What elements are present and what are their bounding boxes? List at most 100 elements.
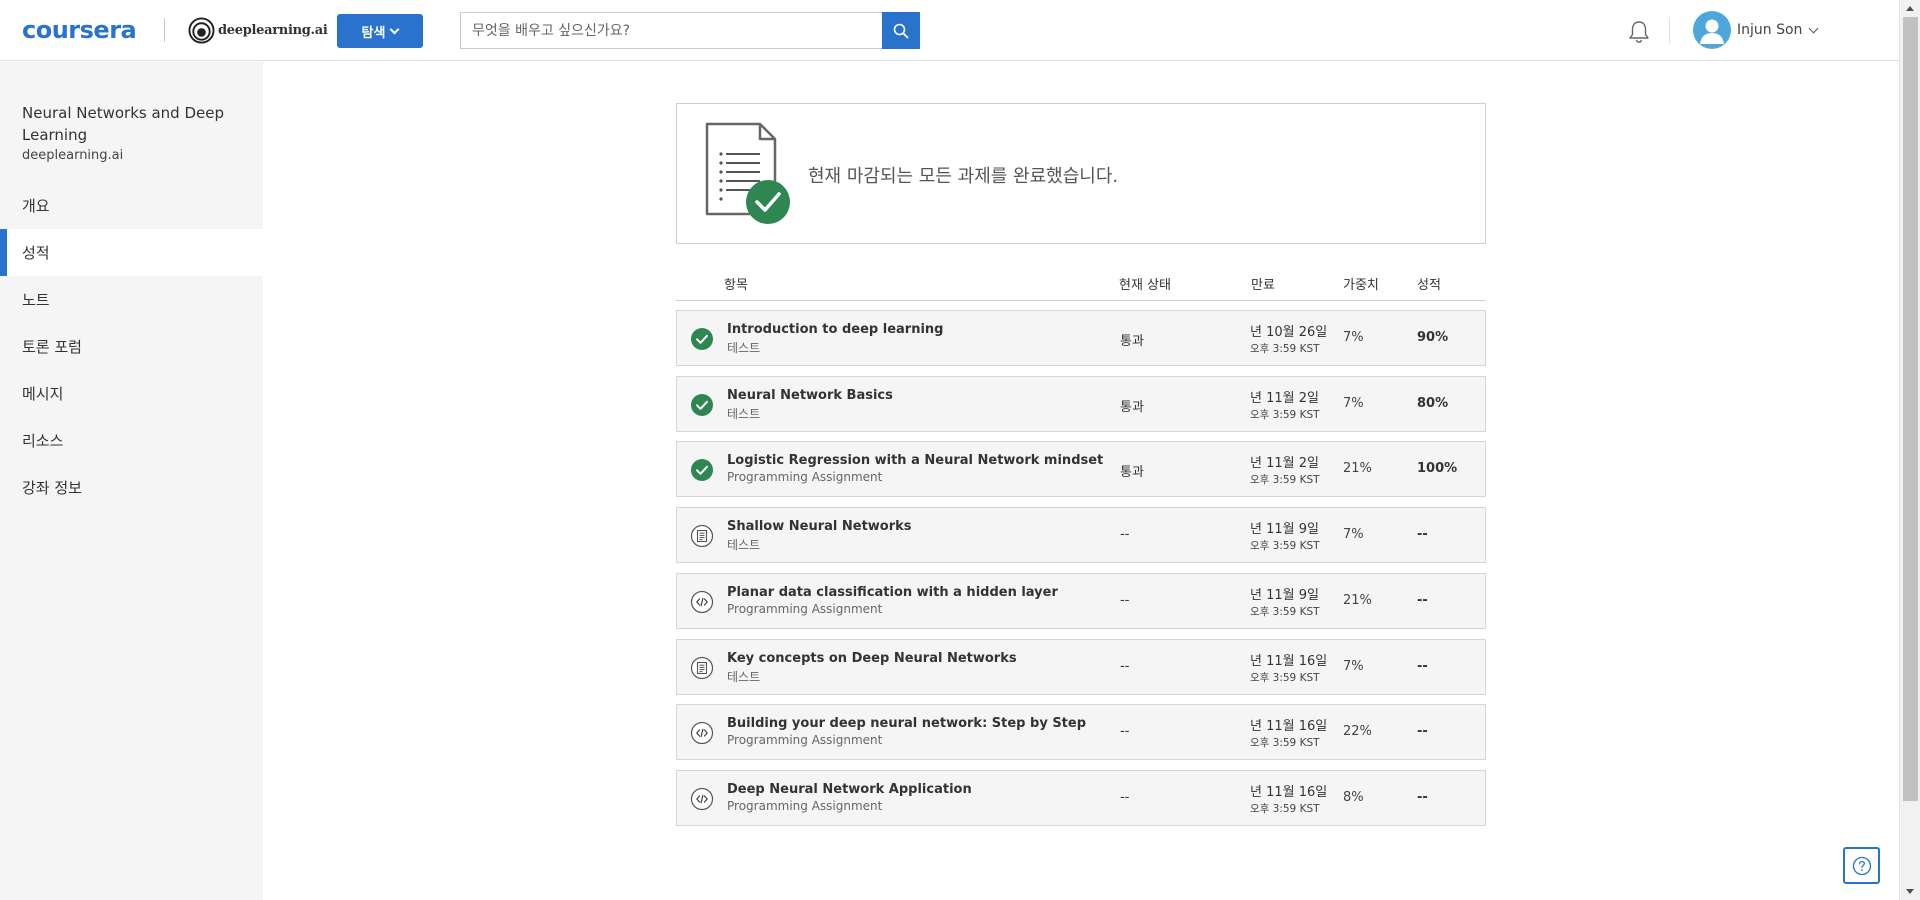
item-weight: 7% [1343,330,1364,345]
check-circle-icon [690,458,714,482]
item-due-date: 년 11월 9일 [1250,588,1319,603]
avatar [1693,11,1731,49]
item-weight: 7% [1343,527,1364,542]
item-grade: 90% [1417,330,1449,345]
item-due-time: 오후 3:59 KST [1250,803,1320,815]
col-header-grade: 성적 [1417,278,1441,293]
scroll-down-arrow-icon[interactable] [1906,889,1914,894]
item-due-time: 오후 3:59 KST [1250,672,1320,684]
item-name[interactable]: Introduction to deep learning [727,322,943,337]
page-scrollbar[interactable] [1899,0,1920,900]
user-menu[interactable]: Injun Son [1693,11,1819,49]
item-due-date: 년 10월 26일 [1250,325,1328,340]
search-button[interactable] [882,12,920,49]
course-sidebar: Neural Networks and Deep Learning deeple… [0,62,263,900]
table-row[interactable]: Building your deep neural network: Step … [676,704,1486,760]
item-name[interactable]: Neural Network Basics [727,388,893,403]
item-grade: -- [1417,790,1428,805]
item-weight: 7% [1343,659,1364,674]
notification-bell-icon[interactable] [1626,19,1652,45]
sidebar-nav: 개요 성적 노트 토론 포럼 메시지 리소스 강좌 정보 [0,182,263,511]
deeplearning-ai-wordmark: deeplearning.ai [218,23,328,38]
item-status: 통과 [1120,465,1144,480]
item-weight: 22% [1343,724,1372,739]
coursera-logo[interactable]: coursera [22,16,137,44]
item-due-time: 오후 3:59 KST [1250,737,1320,749]
course-title[interactable]: Neural Networks and Deep Learning [22,102,252,146]
course-provider: deeplearning.ai [22,148,124,163]
code-icon [690,787,714,811]
item-due-time: 오후 3:59 KST [1250,606,1320,618]
scroll-up-arrow-icon[interactable] [1906,6,1914,11]
item-name[interactable]: Key concepts on Deep Neural Networks [727,651,1017,666]
table-row[interactable]: Logistic Regression with a Neural Networ… [676,441,1486,497]
item-type: Programming Assignment [727,799,883,813]
quiz-list-icon [690,656,714,680]
table-row[interactable]: Key concepts on Deep Neural Networks 테스트 -… [676,639,1486,695]
item-grade: 80% [1417,396,1449,411]
item-due-time: 오후 3:59 KST [1250,409,1320,421]
item-status: -- [1120,527,1130,542]
item-status: -- [1120,790,1130,805]
table-row[interactable]: Neural Network Basics 테스트 통과 년 11월 2일 오후 3:5… [676,376,1486,432]
item-due-date: 년 11월 16일 [1250,719,1328,734]
explore-button[interactable]: 탐색 [337,14,423,48]
item-due-time: 오후 3:59 KST [1250,343,1320,355]
item-due-date: 년 11월 2일 [1250,456,1319,471]
top-header: coursera deeplearning.ai 탐색 무엇을 배우고 싶으신가… [0,0,1899,61]
item-type: Programming Assignment [727,602,883,616]
search-input[interactable] [460,12,882,49]
item-name[interactable]: Logistic Regression with a Neural Networ… [727,453,1103,468]
sidebar-item-forums[interactable]: 토론 포럼 [0,323,263,370]
quiz-list-icon [690,524,714,548]
item-weight: 21% [1343,461,1372,476]
item-type: 테스트 [727,670,761,684]
item-due-date: 년 11월 16일 [1250,785,1328,800]
item-grade: -- [1417,724,1428,739]
item-name[interactable]: Shallow Neural Networks [727,519,912,534]
deeplearning-ai-logo[interactable]: deeplearning.ai [188,17,328,44]
item-due-time: 오후 3:59 KST [1250,540,1320,552]
sidebar-item-course-info[interactable]: 강좌 정보 [0,464,263,511]
table-row[interactable]: Shallow Neural Networks 테스트 -- 년 11월 9일 오후 3… [676,507,1486,563]
sidebar-item-grades[interactable]: 성적 [0,229,263,276]
sidebar-item-messages[interactable]: 메시지 [0,370,263,417]
search-bar [460,12,920,49]
item-type: Programming Assignment [727,733,883,747]
code-icon [690,721,714,745]
item-weight: 7% [1343,396,1364,411]
item-name[interactable]: Planar data classification with a hidden… [727,585,1058,600]
item-type: Programming Assignment [727,470,883,484]
table-row[interactable]: Planar data classification with a hidden… [676,573,1486,629]
explore-label: 탐색 [361,25,386,41]
chevron-down-icon [1808,23,1819,33]
item-type: 테스트 [727,341,761,355]
code-icon [690,590,714,614]
item-weight: 21% [1343,593,1372,608]
check-circle-icon [690,327,714,351]
col-header-item: 항목 [724,278,748,293]
help-button[interactable] [1843,847,1880,884]
table-row[interactable]: Introduction to deep learning 테스트 통과 년 10월 … [676,310,1486,366]
item-due-date: 년 11월 16일 [1250,654,1328,669]
item-status: -- [1120,593,1130,608]
completion-message: 현재 마감되는 모든 과제를 완료했습니다. [808,166,1119,187]
item-grade: -- [1417,527,1428,542]
sidebar-item-resources[interactable]: 리소스 [0,417,263,464]
scroll-thumb[interactable] [1903,17,1918,801]
item-name[interactable]: Deep Neural Network Application [727,782,972,797]
item-name[interactable]: Building your deep neural network: Step … [727,716,1086,731]
check-circle-icon [690,393,714,417]
grades-table-header: 항목 현재 상태 만료 가중치 성적 [676,270,1486,301]
item-type: 테스트 [727,538,761,552]
table-row[interactable]: Deep Neural Network Application Programmi… [676,770,1486,826]
item-due-date: 년 11월 2일 [1250,391,1319,406]
sidebar-item-overview[interactable]: 개요 [0,182,263,229]
sidebar-item-notes[interactable]: 노트 [0,276,263,323]
deeplearning-ai-mark-icon [188,17,215,44]
document-check-icon [705,122,790,224]
item-weight: 8% [1343,790,1364,805]
chevron-down-icon [390,24,400,34]
col-header-due: 만료 [1251,278,1275,293]
search-icon [893,23,909,38]
